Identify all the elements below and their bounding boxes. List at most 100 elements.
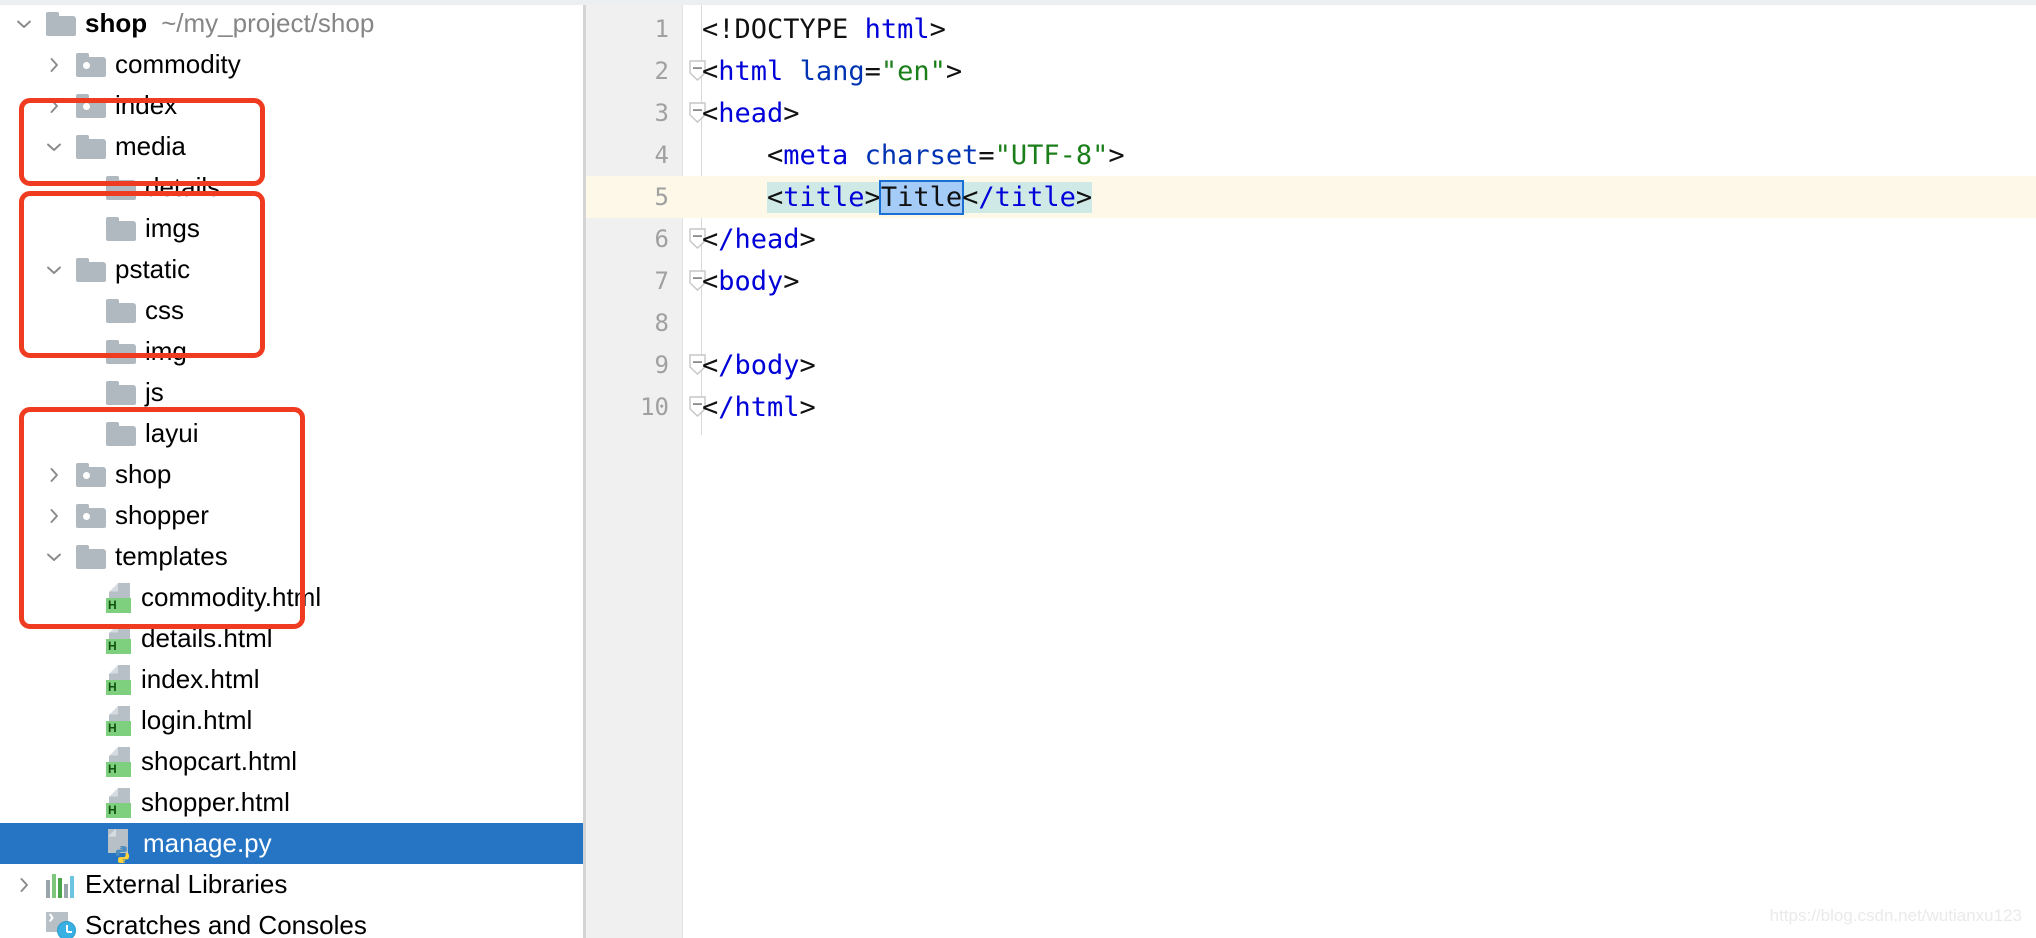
line-number: 2 [654, 57, 669, 85]
code-line[interactable]: 5 <title>Title</title> [586, 176, 2036, 218]
tree-item-scratches-and-consoles[interactable]: Scratches and Consoles [0, 905, 583, 938]
html-file-icon: H [106, 787, 132, 818]
tree-item-label: index.html [141, 664, 260, 694]
html-file-icon: H [106, 623, 132, 654]
tree-item-shop[interactable]: shop [0, 454, 583, 495]
code-token: > [783, 265, 800, 297]
tree-item-label: commodity [115, 49, 241, 79]
tree-item-imgs[interactable]: imgs [0, 208, 583, 249]
code-line[interactable]: 9 </body > [586, 344, 2036, 386]
tree-item-index-html[interactable]: Hindex.html [0, 659, 583, 700]
code-text[interactable]: </html > [702, 386, 816, 428]
tree-item-external-libraries[interactable]: External Libraries [0, 864, 583, 905]
code-token: < [702, 223, 719, 255]
project-tree-panel[interactable]: shop ~/my_project/shop commodity index media… [0, 5, 583, 938]
code-token: > [945, 55, 963, 87]
code-text[interactable]: < meta charset = "UTF-8" > [767, 134, 1125, 176]
tree-item-layui[interactable]: layui [0, 413, 583, 454]
tree-item-pstatic[interactable]: pstatic [0, 249, 583, 290]
code-line[interactable]: 3 < head > [586, 92, 2036, 134]
external-libraries-icon [46, 872, 76, 898]
code-line[interactable]: 2 < html lang = "en" > [586, 50, 2036, 92]
tree-item-label: shop [115, 459, 172, 489]
chevron-down-icon[interactable] [12, 5, 36, 44]
chevron-right-icon[interactable] [42, 495, 66, 536]
chevron-right-icon[interactable] [12, 864, 36, 905]
folder-icon [106, 298, 136, 323]
code-token: title [783, 181, 865, 213]
code-line[interactable]: 4 < meta charset = "UTF-8" > [586, 134, 2036, 176]
tree-item-media[interactable]: media [0, 126, 583, 167]
line-number: 6 [654, 225, 669, 253]
folder-module-icon [76, 52, 106, 77]
tree-item-shop[interactable]: shop ~/my_project/shop [0, 5, 583, 44]
chevron-down-icon[interactable] [42, 536, 66, 577]
code-token: body [718, 265, 784, 297]
code-token: "UTF-8" [994, 139, 1109, 171]
tree-item-img[interactable]: img [0, 331, 583, 372]
tree-item-js[interactable]: js [0, 372, 583, 413]
folder-icon [76, 544, 106, 569]
code-token: < [767, 139, 784, 171]
code-line[interactable]: 7 < body > [586, 260, 2036, 302]
code-line[interactable]: 10 </html > [586, 386, 2036, 428]
code-token: "en" [880, 55, 946, 87]
tree-item-label: imgs [145, 213, 200, 243]
tree-item-commodity[interactable]: commodity [0, 44, 583, 85]
code-token: = [978, 139, 995, 171]
chevron-right-icon[interactable] [42, 85, 66, 126]
tree-item-css[interactable]: css [0, 290, 583, 331]
code-token: < [767, 181, 784, 213]
python-file-icon [106, 828, 134, 863]
chevron-down-icon[interactable] [42, 126, 66, 167]
tree-item-label: details [145, 172, 221, 202]
folder-icon [106, 175, 136, 200]
code-line[interactable]: 8 [586, 302, 2036, 344]
folder-module-icon [76, 93, 106, 118]
line-number: 10 [640, 393, 669, 421]
folder-module-icon [76, 503, 106, 528]
tree-item-label: Scratches and Consoles [85, 910, 367, 938]
code-token: > [1108, 139, 1125, 171]
tree-item-login-html[interactable]: Hlogin.html [0, 700, 583, 741]
code-text[interactable]: < body > [702, 260, 800, 302]
chevron-down-icon[interactable] [42, 249, 66, 290]
code-text[interactable]: <!DOCTYPE html > [702, 8, 946, 50]
code-token: /body [718, 349, 800, 381]
code-token: > [799, 349, 816, 381]
code-editor-panel[interactable]: 1 <!DOCTYPE html > 2 < html lang = "en" >3 < head >… [586, 5, 2036, 938]
tree-item-label: commodity.html [141, 582, 322, 612]
tree-arrow-placeholder [72, 331, 96, 372]
code-text[interactable]: </body > [702, 344, 816, 386]
code-text[interactable]: </head > [702, 218, 816, 260]
code-line[interactable]: 6 </head > [586, 218, 2036, 260]
line-number: 7 [654, 267, 669, 295]
tree-item-details[interactable]: details [0, 167, 583, 208]
tree-item-shopper-html[interactable]: Hshopper.html [0, 782, 583, 823]
tree-arrow-placeholder [72, 413, 96, 454]
code-line[interactable]: 1 <!DOCTYPE html > [586, 8, 2036, 50]
tree-item-label: External Libraries [85, 869, 288, 899]
chevron-right-icon[interactable] [42, 44, 66, 85]
tree-item-shopcart-html[interactable]: Hshopcart.html [0, 741, 583, 782]
tree-arrow-placeholder [12, 905, 36, 938]
tree-arrow-placeholder [72, 167, 96, 208]
code-text[interactable]: < head > [702, 92, 800, 134]
tree-item-templates[interactable]: templates [0, 536, 583, 577]
code-text[interactable]: <title>Title</title> [767, 176, 1093, 218]
folder-module-icon [76, 462, 106, 487]
tree-item-details-html[interactable]: Hdetails.html [0, 618, 583, 659]
code-token: html [718, 55, 784, 87]
line-number: 9 [654, 351, 669, 379]
tree-item-commodity-html[interactable]: Hcommodity.html [0, 577, 583, 618]
line-number: 4 [654, 141, 669, 169]
tree-item-manage-py[interactable]: manage.py [0, 823, 583, 864]
tree-item-label: templates [115, 541, 228, 571]
tree-item-shopper[interactable]: shopper [0, 495, 583, 536]
chevron-right-icon[interactable] [42, 454, 66, 495]
tree-item-index[interactable]: index [0, 85, 583, 126]
code-text[interactable]: < html lang = "en" > [702, 50, 962, 92]
tree-item-label: pstatic [115, 254, 191, 284]
tree-arrow-placeholder [72, 208, 96, 249]
tree-item-label: css [145, 295, 184, 325]
